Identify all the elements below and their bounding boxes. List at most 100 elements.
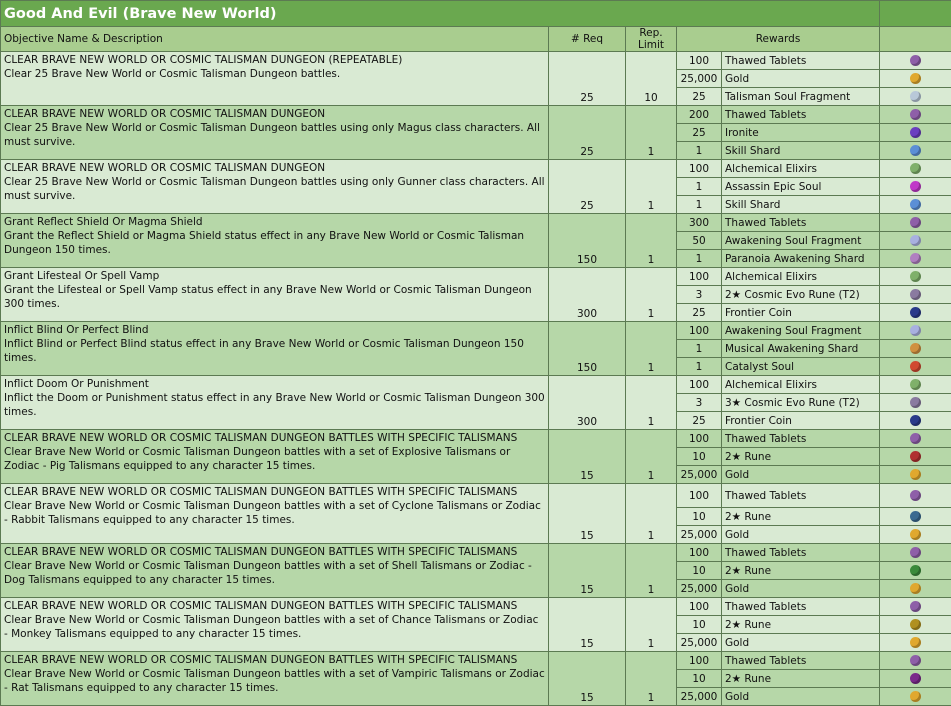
reward-name: Thawed Tablets — [722, 544, 880, 562]
objective-name: Grant Reflect Shield Or Magma Shield — [4, 215, 545, 229]
reward-icon-cell — [880, 232, 951, 250]
thawed-tablets-icon — [910, 490, 921, 501]
rune-icon — [910, 673, 921, 684]
reward-name: Gold — [722, 688, 880, 706]
reward-amount: 1 — [677, 142, 722, 160]
reward-icon-cell — [880, 598, 951, 616]
frontier-coin-icon — [910, 415, 921, 426]
reward-amount: 25,000 — [677, 526, 722, 544]
reward-icon-cell — [880, 430, 951, 448]
reward-amount: 1 — [677, 178, 722, 196]
reward-icon-cell — [880, 616, 951, 634]
objective-cell: CLEAR BRAVE NEW WORLD OR COSMIC TALISMAN… — [1, 160, 549, 214]
reward-icon-cell — [880, 52, 951, 70]
reward-icon-cell — [880, 376, 951, 394]
header-objective: Objective Name & Description — [1, 27, 549, 52]
reward-name: Alchemical Elixirs — [722, 268, 880, 286]
objective-cell: Grant Lifesteal Or Spell VampGrant the L… — [1, 268, 549, 322]
reward-amount: 10 — [677, 562, 722, 580]
reward-amount: 25 — [677, 304, 722, 322]
objective-cell: CLEAR BRAVE NEW WORLD OR COSMIC TALISMAN… — [1, 430, 549, 484]
rep-limit: 1 — [626, 106, 677, 160]
objective-description: Clear Brave New World or Cosmic Talisman… — [4, 559, 545, 587]
objective-name: Grant Lifesteal Or Spell Vamp — [4, 269, 545, 283]
reward-icon-cell — [880, 106, 951, 124]
gold-icon — [910, 73, 921, 84]
reward-amount: 100 — [677, 544, 722, 562]
rep-limit: 1 — [626, 214, 677, 268]
reward-amount: 200 — [677, 106, 722, 124]
reward-amount: 10 — [677, 508, 722, 526]
talisman-soul-fragment-icon — [910, 91, 921, 102]
reward-name: Catalyst Soul — [722, 358, 880, 376]
reward-amount: 100 — [677, 598, 722, 616]
reward-icon-cell — [880, 688, 951, 706]
reward-icon-cell — [880, 466, 951, 484]
objective-row: CLEAR BRAVE NEW WORLD OR COSMIC TALISMAN… — [1, 430, 951, 448]
reward-icon-cell — [880, 340, 951, 358]
reward-amount: 25 — [677, 412, 722, 430]
req-count: 15 — [549, 652, 626, 706]
reward-name: Alchemical Elixirs — [722, 160, 880, 178]
reward-amount: 100 — [677, 322, 722, 340]
objective-name: CLEAR BRAVE NEW WORLD OR COSMIC TALISMAN… — [4, 545, 545, 559]
reward-icon-cell — [880, 394, 951, 412]
reward-icon-cell — [880, 634, 951, 652]
musical-awakening-shard-icon — [910, 343, 921, 354]
skill-shard-icon — [910, 199, 921, 210]
rune-icon — [910, 511, 921, 522]
objective-row: CLEAR BRAVE NEW WORLD OR COSMIC TALISMAN… — [1, 652, 951, 670]
reward-icon-cell — [880, 358, 951, 376]
skill-shard-icon — [910, 145, 921, 156]
reward-name: Skill Shard — [722, 142, 880, 160]
reward-amount: 25,000 — [677, 466, 722, 484]
objective-description: Clear 25 Brave New World or Cosmic Talis… — [4, 175, 545, 203]
rune-icon — [910, 565, 921, 576]
reward-icon-cell — [880, 88, 951, 106]
reward-name: Thawed Tablets — [722, 484, 880, 508]
objective-cell: Inflict Doom Or PunishmentInflict the Do… — [1, 376, 549, 430]
objective-row: CLEAR BRAVE NEW WORLD OR COSMIC TALISMAN… — [1, 160, 951, 178]
req-count: 15 — [549, 484, 626, 544]
awakening-soul-fragment-icon — [910, 325, 921, 336]
objective-description: Clear Brave New World or Cosmic Talisman… — [4, 613, 545, 641]
cosmic-evo-rune-icon — [910, 397, 921, 408]
reward-name: Gold — [722, 580, 880, 598]
reward-amount: 1 — [677, 250, 722, 268]
reward-icon-cell — [880, 526, 951, 544]
reward-name: Awakening Soul Fragment — [722, 232, 880, 250]
objectives-table: Good And Evil (Brave New World) Objectiv… — [0, 0, 951, 706]
reward-icon-cell — [880, 448, 951, 466]
objective-cell: Inflict Blind Or Perfect BlindInflict Bl… — [1, 322, 549, 376]
reward-icon-cell — [880, 196, 951, 214]
title-spacer-cell — [880, 1, 951, 27]
alchemical-elixirs-icon — [910, 163, 921, 174]
alchemical-elixirs-icon — [910, 271, 921, 282]
rep-limit: 1 — [626, 160, 677, 214]
reward-icon-cell — [880, 322, 951, 340]
reward-name: Gold — [722, 466, 880, 484]
objective-description: Clear Brave New World or Cosmic Talisman… — [4, 667, 545, 695]
rep-limit: 1 — [626, 652, 677, 706]
reward-amount: 300 — [677, 214, 722, 232]
reward-icon-cell — [880, 142, 951, 160]
reward-amount: 100 — [677, 484, 722, 508]
reward-icon-cell — [880, 580, 951, 598]
thawed-tablets-icon — [910, 55, 921, 66]
req-count: 25 — [549, 52, 626, 106]
thawed-tablets-icon — [910, 433, 921, 444]
reward-name: Skill Shard — [722, 196, 880, 214]
objective-name: CLEAR BRAVE NEW WORLD OR COSMIC TALISMAN… — [4, 599, 545, 613]
header-req: # Req — [549, 27, 626, 52]
gold-icon — [910, 529, 921, 540]
rep-limit: 1 — [626, 376, 677, 430]
header-spacer-cell — [880, 27, 951, 52]
rep-limit: 1 — [626, 598, 677, 652]
objective-row: CLEAR BRAVE NEW WORLD OR COSMIC TALISMAN… — [1, 106, 951, 124]
assassin-epic-soul-icon — [910, 181, 921, 192]
reward-name: 2★ Rune — [722, 448, 880, 466]
reward-amount: 100 — [677, 52, 722, 70]
gold-icon — [910, 583, 921, 594]
objective-cell: CLEAR BRAVE NEW WORLD OR COSMIC TALISMAN… — [1, 544, 549, 598]
reward-icon-cell — [880, 670, 951, 688]
